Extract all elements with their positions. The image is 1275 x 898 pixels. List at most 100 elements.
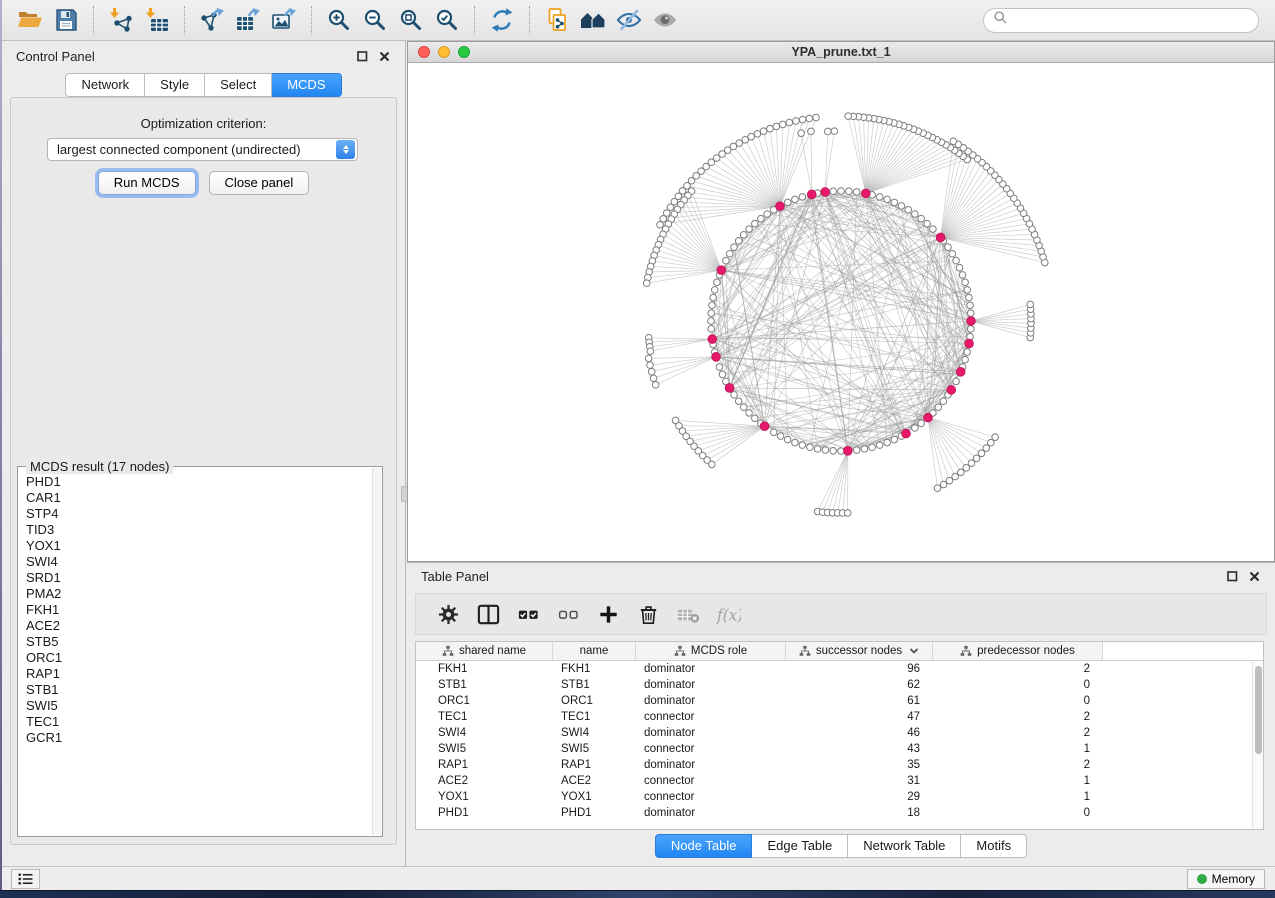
gear-icon[interactable] xyxy=(428,596,468,632)
close-icon[interactable] xyxy=(378,50,391,63)
network-node xyxy=(708,318,715,325)
optimization-criterion-label: Optimization criterion: xyxy=(11,116,396,131)
mcds-hub-node[interactable] xyxy=(936,233,945,242)
mcds-result-scrollbar[interactable] xyxy=(372,468,381,835)
float-icon[interactable] xyxy=(356,50,369,63)
satellite-node xyxy=(845,113,852,120)
zoom-in-icon[interactable] xyxy=(321,3,357,37)
mcds-hub-node[interactable] xyxy=(807,190,816,199)
columns-icon[interactable] xyxy=(468,596,508,632)
run-mcds-button[interactable]: Run MCDS xyxy=(98,171,196,195)
mcds-result-item[interactable]: TID3 xyxy=(26,522,371,538)
mcds-result-item[interactable]: YOX1 xyxy=(26,538,371,554)
mcds-hub-node[interactable] xyxy=(821,188,830,197)
tab-mcds[interactable]: MCDS xyxy=(272,73,341,97)
table-row[interactable]: SWI4SWI4dominator462 xyxy=(416,725,1263,741)
table-row[interactable]: FKH1FKH1dominator962 xyxy=(416,661,1263,677)
tab-motifs[interactable]: Motifs xyxy=(961,834,1027,858)
column-header-name[interactable]: name xyxy=(553,642,636,660)
table-row[interactable]: TEC1TEC1connector472 xyxy=(416,709,1263,725)
save-icon[interactable] xyxy=(48,3,84,37)
mcds-hub-node[interactable] xyxy=(956,367,965,376)
mcds-hub-node[interactable] xyxy=(717,266,726,275)
tab-select[interactable]: Select xyxy=(205,73,272,97)
network-node xyxy=(876,442,883,449)
mcds-result-item[interactable]: SRD1 xyxy=(26,570,371,586)
mcds-hub-node[interactable] xyxy=(947,386,956,395)
select-all-icon[interactable] xyxy=(508,596,548,632)
export-table-icon[interactable] xyxy=(230,3,266,37)
mcds-result-item[interactable]: PHD1 xyxy=(26,474,371,490)
search-field[interactable] xyxy=(983,8,1259,33)
export-image-icon[interactable] xyxy=(266,3,302,37)
mcds-result-item[interactable]: FKH1 xyxy=(26,602,371,618)
table-row[interactable]: ACE2ACE2connector311 xyxy=(416,773,1263,789)
mcds-hub-node[interactable] xyxy=(725,384,734,393)
open-folder-icon[interactable] xyxy=(12,3,48,37)
mcds-hub-node[interactable] xyxy=(776,202,785,211)
memory-button[interactable]: Memory xyxy=(1187,869,1265,889)
table-row[interactable]: SWI5SWI5connector431 xyxy=(416,741,1263,757)
tab-style[interactable]: Style xyxy=(145,73,205,97)
column-header-MCDS-role[interactable]: MCDS role xyxy=(636,642,786,660)
plus-icon[interactable] xyxy=(588,596,628,632)
network-canvas[interactable] xyxy=(408,63,1274,561)
table-row[interactable]: RAP1RAP1dominator352 xyxy=(416,757,1263,773)
mcds-result-item[interactable]: CAR1 xyxy=(26,490,371,506)
mcds-result-item[interactable]: STB5 xyxy=(26,634,371,650)
mcds-hub-node[interactable] xyxy=(712,353,721,362)
tab-network[interactable]: Network xyxy=(65,73,145,97)
mcds-hub-node[interactable] xyxy=(760,422,769,431)
close-panel-button[interactable]: Close panel xyxy=(209,171,310,195)
search-input[interactable] xyxy=(1014,13,1249,27)
import-table-icon[interactable] xyxy=(139,3,175,37)
mcds-hub-node[interactable] xyxy=(967,317,976,326)
refresh-icon[interactable] xyxy=(484,3,520,37)
mcds-result-list[interactable]: PHD1CAR1STP4TID3YOX1SWI4SRD1PMA2FKH1ACE2… xyxy=(19,468,371,835)
mcds-result-item[interactable]: SWI5 xyxy=(26,698,371,714)
mcds-result-item[interactable]: STB1 xyxy=(26,682,371,698)
mcds-hub-node[interactable] xyxy=(902,429,911,438)
node-table-body[interactable]: FKH1FKH1dominator962STB1STB1dominator620… xyxy=(416,661,1263,821)
deselect-all-icon[interactable] xyxy=(548,596,588,632)
float-icon[interactable] xyxy=(1226,570,1239,583)
mcds-hub-node[interactable] xyxy=(862,189,871,198)
column-header-shared-name[interactable]: shared name xyxy=(416,642,553,660)
column-header-successor-nodes[interactable]: successor nodes xyxy=(786,642,933,660)
eye-slash-icon[interactable] xyxy=(611,3,647,37)
tab-network-table[interactable]: Network Table xyxy=(848,834,961,858)
close-icon[interactable] xyxy=(1248,570,1261,583)
mcds-result-item[interactable]: ACE2 xyxy=(26,618,371,634)
zoom-out-icon[interactable] xyxy=(357,3,393,37)
mcds-hub-node[interactable] xyxy=(708,335,717,344)
trash-icon[interactable] xyxy=(628,596,668,632)
table-row[interactable]: YOX1YOX1connector291 xyxy=(416,789,1263,805)
panel-list-icon[interactable] xyxy=(11,869,40,889)
table-row[interactable]: ORC1ORC1dominator610 xyxy=(416,693,1263,709)
criterion-select[interactable]: largest connected component (undirected) xyxy=(47,138,358,161)
table-scrollbar[interactable] xyxy=(1252,662,1263,829)
table-scrollbar-thumb[interactable] xyxy=(1255,666,1262,754)
export-network-icon[interactable] xyxy=(194,3,230,37)
cell-MCDS-role: connector xyxy=(636,743,786,755)
mcds-result-item[interactable]: PMA2 xyxy=(26,586,371,602)
tab-node-table[interactable]: Node Table xyxy=(655,834,753,858)
mcds-result-item[interactable]: SWI4 xyxy=(26,554,371,570)
import-network-icon[interactable] xyxy=(103,3,139,37)
mcds-hub-node[interactable] xyxy=(924,413,933,422)
column-header-predecessor-nodes[interactable]: predecessor nodes xyxy=(933,642,1103,660)
table-row[interactable]: PHD1PHD1dominator180 xyxy=(416,805,1263,821)
mcds-result-item[interactable]: STP4 xyxy=(26,506,371,522)
mcds-result-item[interactable]: TEC1 xyxy=(26,714,371,730)
fit-content-icon[interactable] xyxy=(393,3,429,37)
mcds-result-item[interactable]: ORC1 xyxy=(26,650,371,666)
zoom-selected-icon[interactable] xyxy=(429,3,465,37)
mcds-hub-node[interactable] xyxy=(965,339,974,348)
mcds-hub-node[interactable] xyxy=(844,447,853,456)
paste-network-icon[interactable] xyxy=(539,3,575,37)
mcds-result-item[interactable]: GCR1 xyxy=(26,730,371,746)
houses-icon[interactable] xyxy=(575,3,611,37)
table-row[interactable]: STB1STB1dominator620 xyxy=(416,677,1263,693)
mcds-result-item[interactable]: RAP1 xyxy=(26,666,371,682)
tab-edge-table[interactable]: Edge Table xyxy=(752,834,848,858)
